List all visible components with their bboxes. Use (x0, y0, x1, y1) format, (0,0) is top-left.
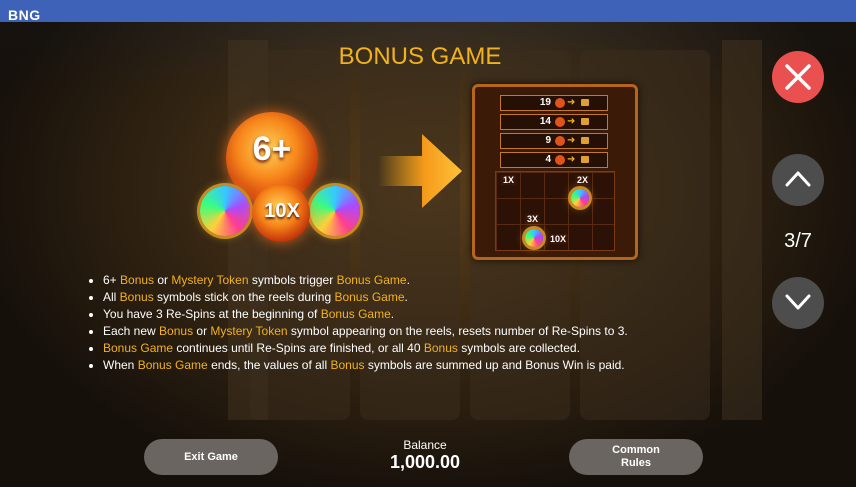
rule-highlight: Bonus Game (334, 290, 405, 304)
multiplier-label: 3X (525, 214, 541, 224)
page-title: BONUS GAME (338, 43, 502, 70)
rule-highlight: Bonus (120, 273, 155, 287)
rule-highlight: Bonus (330, 358, 365, 372)
brand-logo: BNG (8, 7, 41, 23)
bonus-count-label: 6+ (252, 130, 292, 168)
rule-text: 6+ (103, 273, 121, 287)
rule-text: ends, the values of all (207, 358, 331, 372)
top-bar (0, 0, 856, 22)
respin-row: 19 ➜ (500, 95, 608, 111)
respin-row: 14 ➜ (500, 114, 608, 130)
rule-text: All (103, 290, 120, 304)
rule-highlight: Bonus Game (137, 358, 208, 372)
lock-icon (581, 137, 589, 144)
mystery-token-icon (525, 229, 543, 247)
respin-row: 4 ➜ (500, 152, 608, 168)
lock-icon (581, 99, 589, 106)
rule-highlight: Bonus Game (320, 307, 391, 321)
rule-text: continues until Re-Spins are finished, o… (173, 341, 424, 355)
multiplier-label: 10X (264, 200, 300, 222)
balance-value: 1,000.00 (389, 452, 461, 472)
rule-text: When (103, 358, 138, 372)
bonus-board-illustration: 19 ➜ 14 ➜ 9 ➜ 4 ➜ 1X 2X 3X 10X (472, 84, 638, 260)
row-count: 9 (545, 135, 551, 146)
arrow-right-icon (378, 134, 462, 208)
arrow-icon: ➜ (567, 116, 576, 127)
exit-game-label: Exit Game (184, 450, 238, 463)
row-count: 4 (545, 154, 551, 165)
rule-text: . (406, 273, 410, 287)
rule-text: or (193, 324, 211, 338)
rule-highlight: Mystery Token (210, 324, 288, 338)
rule-text: or (154, 273, 172, 287)
rule-highlight: Bonus Game (103, 341, 174, 355)
chevron-down-icon (785, 294, 811, 310)
rule-item: Each new Bonus or Mystery Token symbol a… (103, 323, 743, 340)
row-count: 19 (539, 97, 551, 108)
rule-highlight: Mystery Token (171, 273, 249, 287)
balance-label: Balance (403, 438, 447, 452)
close-icon (785, 64, 811, 90)
rule-text: symbols trigger (248, 273, 337, 287)
bonus-dot-icon (555, 98, 565, 108)
exit-game-button[interactable]: Exit Game (144, 439, 278, 475)
close-button[interactable] (772, 51, 824, 103)
multiplier-label: 1X (501, 175, 517, 185)
previous-page-button[interactable] (772, 154, 824, 206)
bonus-dot-icon (555, 155, 565, 165)
page-indicator: 3/7 (784, 230, 812, 252)
rule-text: . (404, 290, 408, 304)
mystery-token-icon (200, 186, 250, 236)
rule-highlight: Bonus Game (336, 273, 407, 287)
rule-highlight: Bonus (159, 324, 194, 338)
next-page-button[interactable] (772, 277, 824, 329)
chevron-up-icon (785, 171, 811, 187)
arrow-icon: ➜ (567, 97, 576, 108)
mystery-token-icon (310, 186, 360, 236)
rule-text: . (390, 307, 395, 321)
rule-text: Each new (103, 324, 160, 338)
mystery-token-icon (571, 189, 589, 207)
multiplier-label: 10X (548, 234, 569, 244)
row-count: 14 (539, 116, 551, 127)
arrow-icon: ➜ (567, 154, 576, 165)
rule-text: symbols stick on the reels during (153, 290, 335, 304)
rules-list: 6+ Bonus or Mystery Token symbols trigge… (89, 272, 743, 374)
multiplier-label: 2X (575, 175, 591, 185)
rule-highlight: Bonus (423, 341, 458, 355)
rule-highlight: Bonus (119, 290, 154, 304)
rule-text: symbol appearing on the reels, resets nu… (287, 324, 628, 338)
rule-text: You have 3 Re-Spins at the beginning of (103, 307, 321, 321)
common-rules-label: Common Rules (612, 444, 660, 469)
rule-item: You have 3 Re-Spins at the beginning of … (103, 306, 743, 323)
respin-row: 9 ➜ (500, 133, 608, 149)
lock-icon (581, 118, 589, 125)
rule-item: When Bonus Game ends, the values of all … (103, 357, 743, 374)
arrow-icon: ➜ (567, 135, 576, 146)
lock-icon (581, 156, 589, 163)
rule-text: symbols are summed up and Bonus Win is p… (364, 358, 625, 372)
rule-item: Bonus Game continues until Re-Spins are … (103, 340, 743, 357)
bonus-dot-icon (555, 117, 565, 127)
rule-text: symbols are collected. (457, 341, 580, 355)
rule-item: All Bonus symbols stick on the reels dur… (103, 289, 743, 306)
rule-item: 6+ Bonus or Mystery Token symbols trigge… (103, 272, 743, 289)
bonus-dot-icon (555, 136, 565, 146)
common-rules-button[interactable]: Common Rules (569, 439, 703, 475)
